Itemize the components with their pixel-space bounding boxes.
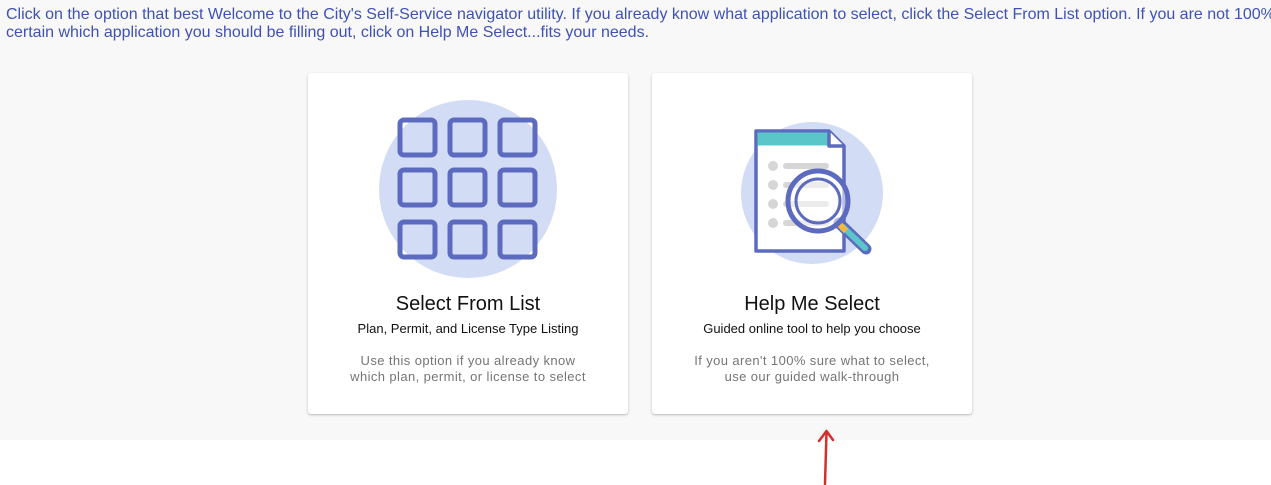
main-content: Click on the option that best Welcome to… bbox=[0, 0, 1271, 440]
card-description-line-1: Use this option if you already know bbox=[360, 353, 576, 368]
document-search-icon bbox=[741, 122, 883, 264]
card-title: Select From List bbox=[395, 293, 541, 315]
card-description: If you aren't 100% sure what to select, … bbox=[672, 353, 952, 385]
intro-text-line-1: Click on the option that best Welcome to… bbox=[6, 6, 1271, 23]
card-title: Help Me Select bbox=[744, 293, 880, 315]
page: Click on the option that best Welcome to… bbox=[0, 0, 1271, 485]
grid-icon bbox=[379, 100, 557, 278]
card-subtitle: Guided online tool to help you choose bbox=[703, 321, 921, 336]
intro-text: Click on the option that best Welcome to… bbox=[6, 6, 1271, 42]
card-description-line-2: which plan, permit, or license to select bbox=[350, 369, 586, 384]
card-description-line-1: If you aren't 100% sure what to select, bbox=[694, 353, 930, 368]
card-description-line-2: use our guided walk-through bbox=[724, 369, 900, 384]
select-from-list-card[interactable]: Select From List Plan, Permit, and Licen… bbox=[308, 73, 628, 414]
intro-text-line-2: certain which application you should be … bbox=[6, 24, 650, 41]
help-me-select-card[interactable]: Help Me Select Guided online tool to hel… bbox=[652, 73, 972, 414]
arrow-up-icon bbox=[817, 429, 835, 485]
card-subtitle: Plan, Permit, and License Type Listing bbox=[357, 321, 579, 336]
card-description: Use this option if you already know whic… bbox=[328, 353, 608, 385]
